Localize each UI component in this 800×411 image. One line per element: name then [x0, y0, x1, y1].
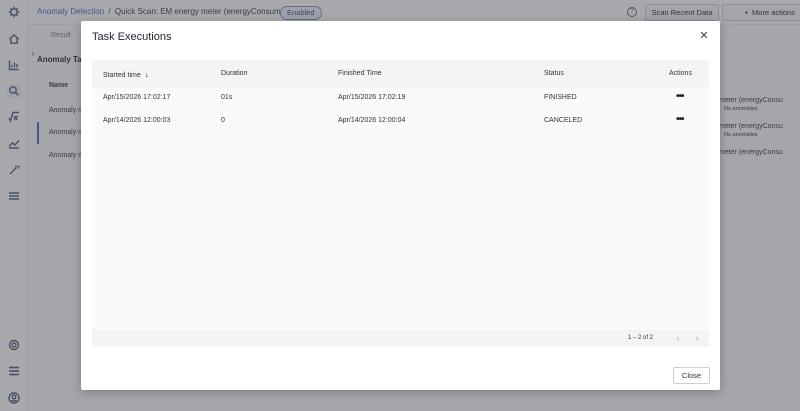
previous-page-icon[interactable]: ‹: [674, 333, 682, 343]
executions-table: Started time ↓ Duration Finished Time Sta…: [92, 60, 709, 347]
column-actions: Actions: [669, 70, 692, 77]
table-header: Started time ↓ Duration Finished Time Sta…: [92, 60, 709, 87]
table-row: Apr/15/2026 17:02:17 01s Apr/15/2026 17:…: [92, 87, 709, 110]
table-pagination: 1 – 2 of 2 ‹ ›: [92, 330, 709, 347]
row-actions-menu-icon[interactable]: •••: [676, 91, 686, 103]
column-started-time-label: Started time: [103, 72, 141, 79]
task-executions-dialog: Task Executions ✕ Started time ↓ Duration…: [81, 21, 720, 390]
column-duration: Duration: [221, 70, 248, 77]
sort-descending-icon[interactable]: ↓: [145, 70, 149, 79]
close-icon[interactable]: ✕: [698, 30, 710, 42]
close-button[interactable]: Close: [673, 367, 710, 384]
cell-finished-time: Apr/15/2026 17:02:19: [338, 94, 406, 101]
cell-status: FINISHED: [544, 94, 577, 101]
next-page-icon[interactable]: ›: [693, 333, 701, 343]
cell-started-time: Apr/14/2026 12:00:03: [103, 117, 171, 124]
cell-status: CANCELED: [544, 117, 583, 124]
cell-duration: 01s: [221, 94, 233, 101]
cell-finished-time: Apr/14/2026 12:00:04: [338, 117, 406, 124]
column-started-time[interactable]: Started time ↓: [103, 70, 149, 79]
row-actions-menu-icon[interactable]: •••: [676, 114, 686, 126]
table-row: Apr/14/2026 12:00:03 0 Apr/14/2026 12:00…: [92, 110, 709, 133]
column-finished-time: Finished Time: [338, 70, 382, 77]
cell-duration: 0: [221, 117, 225, 124]
cell-started-time: Apr/15/2026 17:02:17: [103, 94, 171, 101]
column-status: Status: [544, 70, 564, 77]
dialog-title: Task Executions: [92, 31, 172, 43]
pagination-range: 1 – 2 of 2: [628, 335, 654, 341]
